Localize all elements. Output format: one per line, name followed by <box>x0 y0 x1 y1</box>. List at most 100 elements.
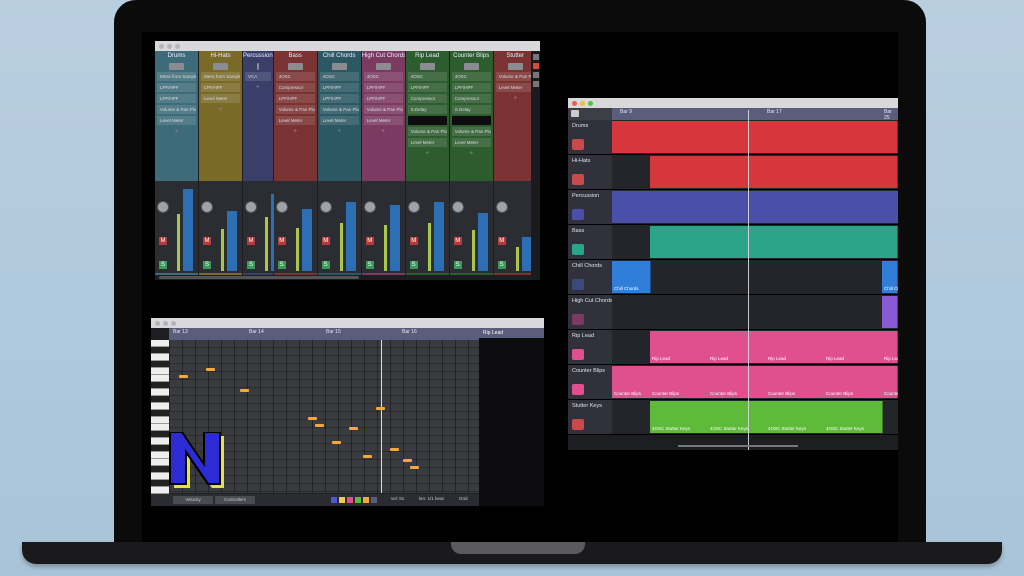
instrument-icon[interactable] <box>572 349 584 360</box>
track-header[interactable]: Bass <box>568 225 612 259</box>
clip[interactable] <box>737 156 767 188</box>
plugin-slot[interactable]: LPF/HPF <box>157 94 196 103</box>
piano-key[interactable] <box>151 452 169 459</box>
pan-knob[interactable] <box>201 201 213 213</box>
clip[interactable] <box>853 156 883 188</box>
pan-knob[interactable] <box>245 201 257 213</box>
clip[interactable] <box>679 121 709 153</box>
mixer-scrollbar[interactable] <box>159 276 359 279</box>
clip[interactable] <box>882 121 898 153</box>
plugin-slot[interactable]: Compressor <box>275 83 315 92</box>
plugin-slot[interactable]: LPF/HPF <box>201 83 240 92</box>
grid-readout[interactable]: Grid <box>459 496 468 501</box>
instrument-icon[interactable] <box>572 279 584 290</box>
plugin-slot[interactable]: S.Delay <box>451 105 491 114</box>
piano-key[interactable] <box>151 347 169 354</box>
track-lane[interactable]: Counter Blips Counter Blips Counter Blips C… <box>612 365 898 399</box>
piano-key[interactable] <box>151 396 169 403</box>
instrument-icon[interactable] <box>572 209 584 220</box>
channel-slot-button[interactable] <box>257 63 259 70</box>
add-plugin-button[interactable]: + <box>274 128 317 135</box>
plugin-slot[interactable]: Volume & Pan Plugin <box>407 127 447 136</box>
color-swatch[interactable] <box>363 497 369 503</box>
clip[interactable]: Rip Lead <box>650 331 709 363</box>
clip[interactable] <box>795 156 825 188</box>
plugin-slot[interactable]: LPF/HPF <box>319 94 359 103</box>
mute-button[interactable]: M <box>453 237 462 245</box>
piano-key[interactable] <box>151 375 169 382</box>
mixer-tool-icon[interactable] <box>532 72 539 78</box>
color-swatch[interactable] <box>331 497 337 503</box>
clip[interactable]: Counter Blips <box>612 366 651 398</box>
channel-name[interactable]: Drums <box>155 51 198 61</box>
piano-key[interactable] <box>151 382 169 389</box>
solo-button[interactable]: S <box>321 261 330 269</box>
add-plugin-button[interactable]: + <box>318 128 361 135</box>
zoom-window-button[interactable] <box>588 100 593 106</box>
track-lane[interactable]: 4OSC Stutter Keys 4OSC Stutter Keys 4OSC S… <box>612 400 898 434</box>
pan-knob[interactable] <box>157 201 169 213</box>
piano-key[interactable] <box>151 438 169 445</box>
plugin-slot[interactable]: Compressor <box>407 94 447 103</box>
plugin-slot[interactable]: 4OSC <box>451 72 491 81</box>
plugin-slot[interactable]: LPF/HPF <box>157 83 196 92</box>
plugin-slot[interactable]: Level Meter <box>407 138 447 147</box>
piano-key[interactable] <box>151 403 169 410</box>
clip[interactable]: Counter Blips <box>708 366 767 398</box>
clip[interactable] <box>882 296 898 328</box>
midi-note[interactable] <box>179 375 188 378</box>
channel-slot-button[interactable] <box>463 63 479 70</box>
plugin-slot[interactable] <box>451 116 491 125</box>
solo-button[interactable]: S <box>409 261 418 269</box>
track-header[interactable]: Chill Chords <box>568 260 612 294</box>
plugin-slot[interactable]: S.Delay <box>407 105 447 114</box>
plugin-slot[interactable]: Volume & Pan Plugin <box>157 105 196 114</box>
mixer-tool-icon[interactable] <box>532 81 539 87</box>
plugin-slot[interactable]: Volume & Pan Plugin <box>363 105 403 114</box>
track-header[interactable]: Stutter Keys <box>568 400 612 434</box>
close-window-button[interactable] <box>572 100 577 106</box>
minimize-window-button[interactable] <box>163 320 168 326</box>
instrument-icon[interactable] <box>572 419 584 430</box>
minimize-window-button[interactable] <box>167 43 172 49</box>
solo-button[interactable]: S <box>453 261 462 269</box>
track-lane[interactable] <box>612 190 898 224</box>
midi-note[interactable] <box>389 447 399 451</box>
channel-name[interactable]: Percussion <box>243 51 273 61</box>
add-plugin-button[interactable]: + <box>155 128 198 135</box>
mute-button[interactable]: M <box>247 237 255 245</box>
piano-key[interactable] <box>151 361 169 368</box>
plugin-slot[interactable]: Level Meter <box>319 116 359 125</box>
clip[interactable] <box>766 156 796 188</box>
clip[interactable]: Rip Lead <box>708 331 767 363</box>
clip[interactable] <box>737 121 767 153</box>
clip[interactable] <box>708 121 738 153</box>
clip[interactable] <box>766 226 825 258</box>
clip[interactable]: Counter Blips <box>766 366 825 398</box>
clip[interactable]: Chill Chords <box>612 261 651 293</box>
track-header[interactable]: Drums <box>568 120 612 154</box>
instrument-icon[interactable] <box>572 314 584 325</box>
close-window-button[interactable] <box>155 320 160 326</box>
add-plugin-button[interactable]: + <box>199 106 242 113</box>
clip[interactable] <box>708 156 738 188</box>
channel-name[interactable]: Chill Chords <box>318 51 361 61</box>
piano-key[interactable] <box>151 424 169 431</box>
clip[interactable]: Counter Blips <box>882 366 898 398</box>
mute-button[interactable]: M <box>409 237 418 245</box>
mute-button[interactable]: M <box>497 237 506 245</box>
controllers-button[interactable]: Controllers <box>215 496 255 504</box>
pan-knob[interactable] <box>407 201 420 213</box>
solo-button[interactable]: S <box>497 261 506 269</box>
mute-button[interactable]: M <box>365 237 374 245</box>
track-lane[interactable] <box>612 120 898 154</box>
midi-note[interactable] <box>410 466 420 469</box>
color-swatch[interactable] <box>347 497 353 503</box>
clip[interactable] <box>679 156 709 188</box>
plugin-slot[interactable]: Compressor <box>451 94 491 103</box>
plugin-slot[interactable]: Level Meter <box>495 83 535 92</box>
plugin-slot[interactable]: 4OSC <box>363 72 403 81</box>
clip[interactable] <box>612 121 651 153</box>
clip[interactable] <box>612 191 898 223</box>
clip[interactable] <box>708 226 767 258</box>
